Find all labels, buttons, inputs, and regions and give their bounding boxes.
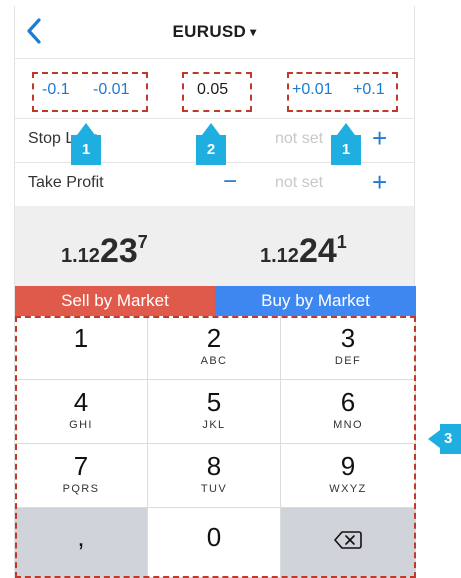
symbol-selector[interactable]: EURUSD ▾: [15, 22, 414, 42]
take-profit-plus-button[interactable]: +: [372, 167, 387, 198]
take-profit-minus-button[interactable]: −: [223, 168, 237, 196]
symbol-title: EURUSD: [172, 22, 247, 41]
step-plus-0-1-button[interactable]: +0.1: [353, 81, 385, 99]
dropdown-arrow-icon: ▾: [250, 25, 257, 39]
take-profit-value[interactable]: not set: [275, 174, 323, 192]
annotation-badge-1-left: 1: [71, 135, 101, 165]
step-minus-0-01-button[interactable]: -0.01: [93, 81, 129, 99]
buy-price: 1.12241: [260, 232, 347, 270]
take-profit-row: Take Profit − not set +: [15, 162, 414, 207]
stop-loss-plus-button[interactable]: +: [372, 123, 387, 154]
badge-pointer: [77, 123, 95, 135]
lot-value[interactable]: 0.05: [197, 81, 228, 99]
annotation-badge-2: 2: [196, 135, 226, 165]
sell-price: 1.12237: [61, 232, 148, 270]
quotes-panel: 1.12237 1.12241: [15, 206, 414, 286]
header: EURUSD ▾: [15, 6, 414, 59]
sell-by-market-button[interactable]: Sell by Market: [15, 286, 215, 316]
annotation-badge-3: 3: [440, 424, 461, 454]
badge-pointer: [337, 123, 355, 135]
badge-pointer: [202, 123, 220, 135]
badge-pointer: [428, 430, 440, 448]
take-profit-label: Take Profit: [28, 174, 104, 191]
order-screen: EURUSD ▾ -0.1 -0.01 0.05 +0.01 +0.1 Stop …: [14, 6, 416, 578]
volume-stepper: -0.1 -0.01 0.05 +0.01 +0.1: [15, 58, 414, 119]
step-plus-0-01-button[interactable]: +0.01: [292, 81, 332, 99]
stop-loss-value[interactable]: not set: [275, 130, 323, 148]
buy-by-market-button[interactable]: Buy by Market: [215, 286, 416, 316]
annotation-box-keypad: [15, 316, 416, 578]
step-minus-0-1-button[interactable]: -0.1: [42, 81, 70, 99]
annotation-badge-1-right: 1: [331, 135, 361, 165]
